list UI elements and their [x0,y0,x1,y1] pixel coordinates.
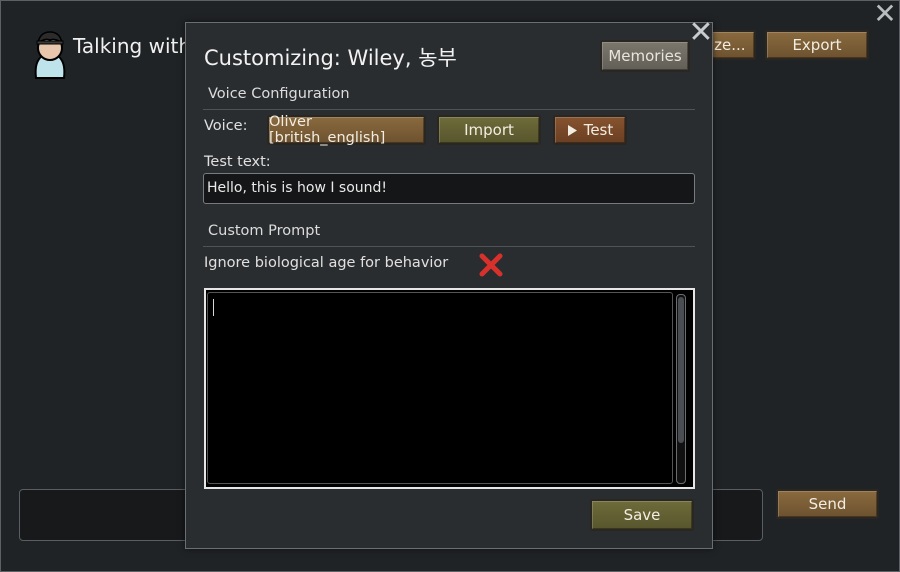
window-close-icon[interactable]: ✕ [872,0,898,28]
play-icon [567,124,577,136]
save-button[interactable]: Save [590,499,694,531]
test-text-label: Test text: [204,154,271,170]
voice-label: Voice: [204,118,248,134]
custom-prompt-text-area-inner[interactable] [207,292,673,484]
ignore-age-label: Ignore biological age for behavior [204,255,449,271]
dialog-close-icon[interactable]: ✕ [688,18,714,48]
dialog-title: Customizing: Wiley, 농부 [204,46,457,70]
voice-configuration-heading: Voice Configuration [208,86,350,102]
text-caret [213,299,214,316]
send-button[interactable]: Send [776,489,879,519]
test-text-input[interactable]: Hello, this is how I sound! [203,173,695,204]
export-button[interactable]: Export [765,30,869,60]
section-divider [203,246,695,247]
test-button-label: Test [583,121,614,139]
chat-title: Talking with [73,34,192,58]
import-button[interactable]: Import [437,115,541,145]
scrollbar-thumb[interactable] [678,297,684,443]
memories-button[interactable]: Memories [600,40,690,72]
custom-prompt-heading: Custom Prompt [208,223,321,239]
pawn-avatar-icon [34,31,66,79]
red-x-icon[interactable] [478,252,504,278]
section-divider [203,109,695,110]
voice-select[interactable]: Oliver [british_english] [267,114,426,146]
test-button[interactable]: Test [553,115,627,145]
